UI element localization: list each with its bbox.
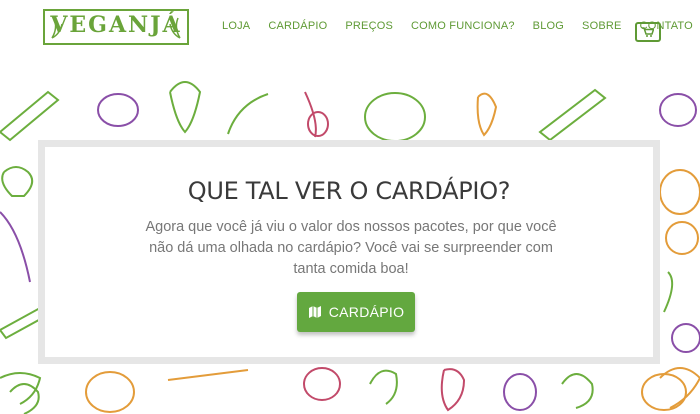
menu-prompt-card: QUE TAL VER O CARDÁPIO? Agora que você j… — [38, 140, 660, 364]
map-icon — [308, 306, 321, 318]
menu-button[interactable]: CARDÁPIO — [297, 292, 415, 332]
nav-item-loja[interactable]: LOJA — [222, 20, 250, 32]
nav-item-sobre[interactable]: SOBRE — [582, 20, 622, 32]
logo-text: VEGANJÁ — [50, 12, 182, 38]
main-nav: LOJA CARDÁPIO PREÇOS COMO FUNCIONA? BLOG… — [222, 20, 700, 32]
card-title: QUE TAL VER O CARDÁPIO? — [187, 177, 511, 205]
nav-item-como-funciona[interactable]: COMO FUNCIONA? — [411, 20, 515, 32]
cart-button[interactable] — [635, 22, 661, 42]
site-logo[interactable]: VEGANJÁ — [42, 8, 190, 46]
site-header: VEGANJÁ LOJA CARDÁPIO PREÇOS COMO FUNCIO… — [0, 0, 700, 62]
menu-button-label: CARDÁPIO — [328, 304, 405, 320]
card-description: Agora que você já viu o valor dos nossos… — [145, 219, 557, 277]
cart-icon — [642, 27, 654, 37]
nav-item-precos[interactable]: PREÇOS — [345, 20, 393, 32]
nav-item-cardapio[interactable]: CARDÁPIO — [268, 20, 327, 32]
nav-item-blog[interactable]: BLOG — [533, 20, 564, 32]
